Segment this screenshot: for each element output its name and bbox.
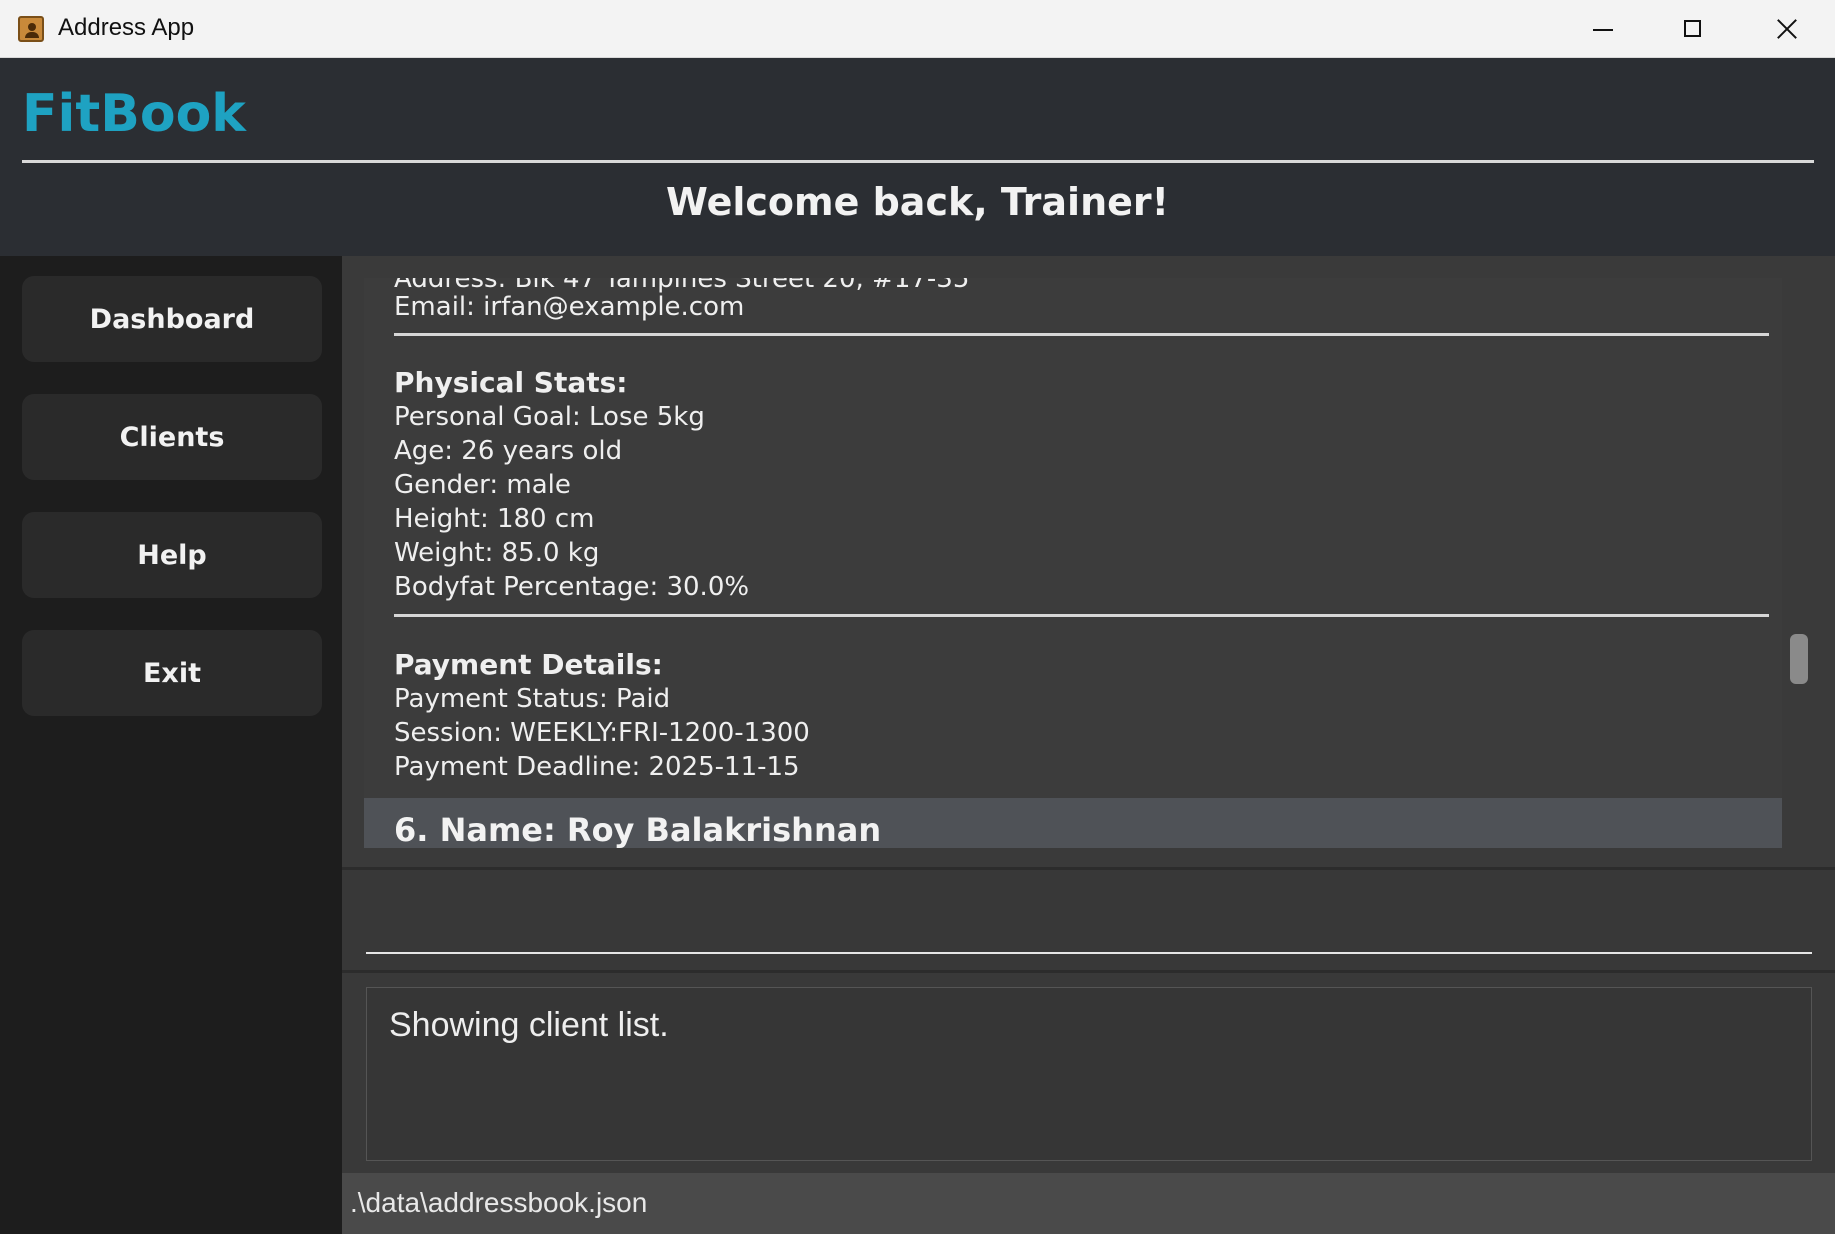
scrollbar[interactable]: [1782, 278, 1816, 848]
payment-deadline: Payment Deadline: 2025-11-15: [394, 752, 800, 782]
welcome-message: Welcome back, Trainer!: [666, 180, 1169, 224]
age: Age: 26 years old: [394, 436, 623, 466]
scrollbar-thumb[interactable]: [1790, 634, 1808, 684]
card-divider: [394, 333, 1769, 336]
sidebar-item-help[interactable]: Help: [22, 512, 322, 598]
maximize-button[interactable]: [1648, 0, 1738, 58]
client-name: 6. Name: Roy Balakrishnan: [394, 811, 882, 848]
header-divider: [22, 160, 1814, 163]
save-location: .\data\addressbook.json: [350, 1187, 648, 1218]
session: Session: WEEKLY:FRI-1200-1300: [394, 718, 810, 748]
sidebar-item-exit[interactable]: Exit: [22, 630, 322, 716]
app-header: FitBook Welcome back, Trainer!: [0, 58, 1835, 256]
sidebar-item-dashboard[interactable]: Dashboard: [22, 276, 322, 362]
personal-goal: Personal Goal: Lose 5kg: [394, 402, 705, 432]
minimize-button[interactable]: [1558, 0, 1648, 58]
height: Height: 180 cm: [394, 504, 595, 534]
sidebar: Dashboard Clients Help Exit: [0, 256, 342, 1234]
command-box: [342, 870, 1835, 973]
gender: Gender: male: [394, 470, 571, 500]
address-book-icon: [18, 16, 44, 42]
payment-details-heading: Payment Details:: [394, 648, 663, 681]
client-list-panel: Address: Blk 47 Tampines Street 20, #17-…: [342, 256, 1835, 870]
card-divider: [394, 614, 1769, 617]
client-list[interactable]: Address: Blk 47 Tampines Street 20, #17-…: [364, 278, 1782, 848]
brand-logo-text: FitBook: [22, 84, 246, 144]
payment-status: Payment Status: Paid: [394, 684, 671, 714]
window-title: Address App: [58, 14, 195, 41]
window-titlebar: Address App: [0, 0, 1835, 58]
bodyfat-percentage: Bodyfat Percentage: 30.0%: [394, 572, 750, 602]
result-display-panel: Showing client list.: [342, 973, 1835, 1173]
physical-stats-heading: Physical Stats:: [394, 366, 628, 399]
status-bar: .\data\addressbook.json: [342, 1173, 1835, 1234]
sidebar-item-clients[interactable]: Clients: [22, 394, 322, 480]
result-message: Showing client list.: [389, 1006, 669, 1044]
close-button[interactable]: [1740, 0, 1830, 58]
client-email: Email: irfan@example.com: [394, 292, 745, 322]
result-display[interactable]: Showing client list.: [366, 987, 1812, 1161]
weight: Weight: 85.0 kg: [394, 538, 600, 568]
command-input[interactable]: [366, 880, 1812, 954]
list-item[interactable]: 6. Name: Roy Balakrishnan: [364, 798, 1782, 848]
